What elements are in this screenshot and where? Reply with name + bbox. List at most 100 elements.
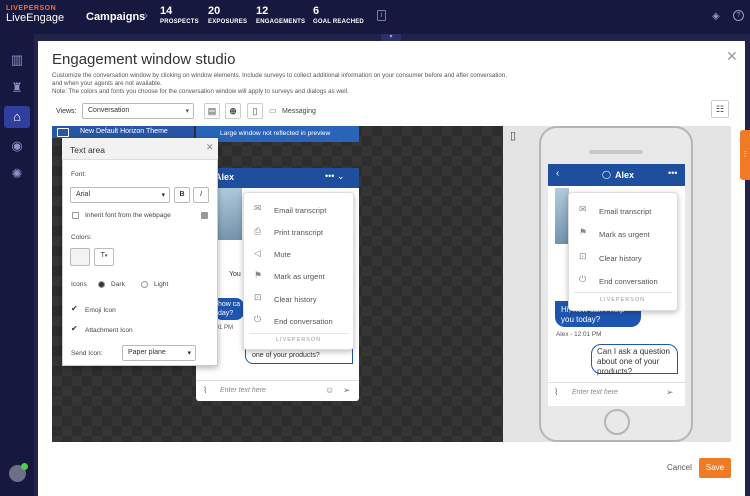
stat-exposures[interactable]: 20 EXPOSURES (208, 5, 247, 25)
layers-icon[interactable]: ◈ (712, 11, 720, 22)
modal-description: Customize the conversation window by cli… (52, 72, 652, 96)
stat-goal-reached[interactable]: 6 GOAL REACHED (313, 5, 364, 25)
attachment-icon[interactable]: ⌇ (203, 385, 207, 396)
message-line: how ca (218, 301, 241, 308)
inherit-font-checkbox[interactable] (72, 212, 79, 219)
info-icon[interactable] (201, 212, 208, 219)
menu-item-mark-urgent[interactable]: Mark as urgent (599, 230, 650, 239)
emoji-icon[interactable]: ☺ (325, 385, 334, 395)
info-icon[interactable]: i (377, 10, 386, 21)
radio-selected-dot (99, 282, 104, 287)
more-icon[interactable]: ••• (668, 168, 677, 178)
tag-icon[interactable]: ⌂ (9, 109, 25, 125)
mobile-icon[interactable]: ▯ (510, 129, 516, 142)
stat-label: EXPOSURES (208, 19, 248, 25)
mute-icon: ◁ (254, 248, 261, 258)
light-label: Light (154, 281, 169, 288)
menu-item-clear-history[interactable]: Clear history (599, 254, 642, 263)
menu-item-print-transcript[interactable]: Print transcript (274, 228, 323, 237)
italic-button[interactable]: I (193, 187, 209, 203)
dark-radio[interactable] (98, 281, 105, 288)
chat-bubble-icon: ◯ (602, 170, 611, 179)
font-value: Arial (76, 191, 91, 198)
email-icon: ✉ (254, 203, 262, 213)
messaging-icon: ▭ (269, 106, 277, 115)
views-label: Views: (56, 108, 77, 115)
theme-name: New Default Horizon Theme (80, 128, 168, 135)
window-controls[interactable]: ••• ⌄ (325, 171, 345, 182)
message-line: day? (218, 310, 234, 317)
flag-icon: ⚑ (579, 227, 588, 237)
description-line: and when your agents are not available. (52, 80, 162, 87)
clear-icon: ⊡ (254, 292, 262, 302)
menu-item-clear-history[interactable]: Clear history (274, 295, 317, 304)
message-input[interactable]: Enter text here (220, 387, 266, 394)
print-icon: ⎙ (254, 226, 262, 236)
side-drawer-tab[interactable]: ⋮ (740, 130, 750, 180)
chevron-down-icon: ▾ (185, 108, 189, 115)
phone-home-button (604, 409, 630, 435)
bold-button[interactable]: B (174, 187, 190, 203)
font-label: Font: (71, 171, 87, 178)
modal-title: Engagement window studio (52, 51, 236, 68)
stat-label: GOAL REACHED (313, 19, 364, 25)
flag-icon: ⚑ (254, 270, 263, 280)
status-online-dot (21, 463, 28, 470)
description-line: Customize the conversation window by cli… (52, 72, 508, 79)
emoji-checkbox[interactable]: ✔ (71, 304, 78, 313)
font-select[interactable]: Arial ▾ (70, 187, 170, 203)
analytics-icon[interactable]: ▥ (9, 52, 25, 68)
menu-item-end-conversation[interactable]: End conversation (274, 317, 333, 326)
attachment-checkbox[interactable]: ✔ (71, 324, 78, 333)
help-icon[interactable]: ? (733, 10, 744, 21)
chevron-down-icon: ▾ (104, 253, 108, 259)
campaign-icon[interactable]: ♜ (9, 80, 25, 96)
stat-value: 14 (160, 5, 173, 17)
menu-item-mute[interactable]: Mute (274, 250, 291, 259)
power-icon: ⏻ (254, 314, 262, 324)
menu-item-end-conversation[interactable]: End conversation (599, 277, 658, 286)
power-icon: ⏻ (579, 274, 587, 284)
automation-icon[interactable]: ✺ (9, 166, 25, 182)
settings-sliders-button[interactable]: ☷ (711, 100, 729, 118)
add-button[interactable]: ⊕ (225, 103, 241, 119)
desktop-icon[interactable] (57, 128, 69, 137)
send-icon[interactable]: ➢ (343, 385, 351, 396)
menu-item-email-transcript[interactable]: Email transcript (274, 206, 326, 215)
menu-item-mark-urgent[interactable]: Mark as urgent (274, 272, 325, 281)
text-area-title: Text area (70, 145, 105, 155)
stat-label: PROSPECTS (160, 19, 199, 25)
survey-tool-button[interactable]: ▤ (204, 103, 220, 119)
user-message-text: one of your products? (252, 352, 320, 359)
agent-photo (214, 188, 242, 240)
close-icon[interactable]: ✕ (206, 142, 214, 153)
stat-value: 20 (208, 5, 221, 17)
send-icon-select[interactable]: Paper plane ▾ (122, 345, 196, 361)
light-radio[interactable] (141, 281, 148, 288)
chevron-down-icon: ▾ (161, 192, 165, 199)
phone-message-input[interactable]: Enter text here (572, 389, 618, 396)
views-select[interactable]: Conversation ▾ (82, 103, 194, 119)
close-icon[interactable]: ✕ (726, 48, 738, 65)
stat-label: ENGAGEMENTS (256, 19, 306, 25)
menu-item-email-transcript[interactable]: Email transcript (599, 207, 651, 216)
brand-logo-name: LiveEngage (6, 12, 65, 24)
background-color-swatch[interactable] (70, 248, 90, 266)
send-icon[interactable]: ➢ (666, 387, 674, 398)
text-color-picker[interactable]: T▾ (94, 248, 114, 266)
stat-prospects[interactable]: 14 PROSPECTS (160, 5, 199, 25)
back-icon[interactable]: ‹ (556, 168, 559, 179)
chevron-right-icon: › (144, 8, 148, 22)
phone-user-text: Can I ask a question about one of your p… (597, 347, 670, 376)
liveperson-mark: LIVEPERSON (276, 337, 322, 343)
email-icon: ✉ (579, 204, 587, 214)
cancel-button[interactable]: Cancel (667, 463, 692, 472)
attachment-icon[interactable]: ⌇ (554, 387, 558, 398)
messaging-label[interactable]: Messaging (282, 108, 316, 115)
nav-campaigns[interactable]: Campaigns (86, 11, 145, 23)
user-icon[interactable]: ◉ (9, 138, 25, 154)
stat-value: 12 (256, 5, 269, 17)
save-button[interactable]: Save (699, 458, 731, 478)
mobile-view-button[interactable]: ▯ (247, 103, 263, 119)
stat-engagements[interactable]: 12 ENGAGEMENTS (256, 5, 305, 25)
